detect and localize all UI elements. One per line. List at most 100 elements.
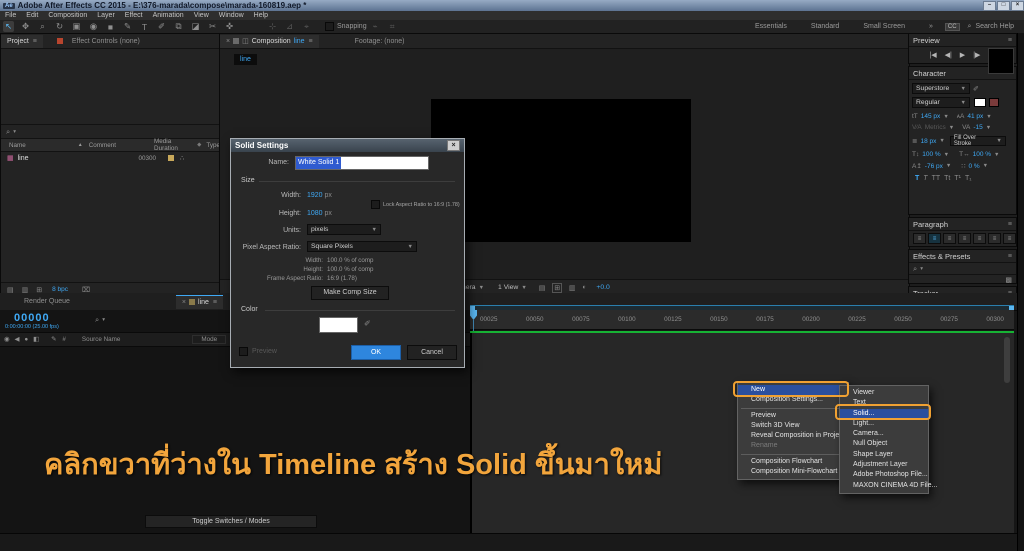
eye-icon[interactable]: ◉ <box>4 336 10 343</box>
snapping-checkbox[interactable] <box>325 22 334 31</box>
camera-tool-icon[interactable]: ▣ <box>71 21 82 32</box>
faux-italic-button[interactable]: T <box>923 175 927 182</box>
footage-item-name[interactable]: line <box>18 155 29 162</box>
world-axis-icon[interactable]: ⊿ <box>284 21 295 32</box>
justify-all-button[interactable]: ≡ <box>1003 233 1016 244</box>
comp-breadcrumb[interactable]: line <box>234 54 257 65</box>
horizontal-scale-value[interactable]: 100 % <box>973 151 991 158</box>
col-name[interactable]: Name <box>9 142 26 149</box>
snap-options-icon[interactable]: ⌁ <box>370 21 381 32</box>
character-eyedropper-icon[interactable]: ✐ <box>973 85 979 93</box>
lock-aspect-checkbox[interactable] <box>371 200 380 209</box>
lock-aspect-row[interactable]: Lock Aspect Ratio to 16:9 (1.78) <box>371 200 460 209</box>
solo-icon[interactable]: ● <box>24 336 28 343</box>
col-source-name[interactable]: Source Name <box>82 336 121 343</box>
selection-tool-icon[interactable]: ↖ <box>3 21 14 32</box>
grid-guides-icon[interactable]: ▤ <box>539 284 545 292</box>
tab-close-icon[interactable]: × <box>226 38 230 45</box>
units-select[interactable]: pixels ▼ <box>307 224 381 235</box>
font-size-value[interactable]: 145 px <box>921 113 941 120</box>
workspace-essentials[interactable]: Essentials <box>755 23 787 30</box>
maximize-button[interactable]: □ <box>997 1 1010 11</box>
zoom-tool-icon[interactable]: ⌕ <box>37 21 48 32</box>
view-axis-icon[interactable]: ⌖ <box>301 21 312 32</box>
col-media-duration[interactable]: Media Duration <box>154 138 189 152</box>
preview-panel-menu-icon[interactable]: ≡ <box>1008 37 1012 44</box>
submenu-shape-layer[interactable]: Shape Layer <box>840 450 928 460</box>
minimize-button[interactable]: – <box>983 1 996 11</box>
menu-view[interactable]: View <box>194 12 209 19</box>
dialog-title-bar[interactable]: Solid Settings × <box>231 139 464 152</box>
docked-panel-strip[interactable] <box>1017 33 1024 551</box>
project-panel-menu-icon[interactable]: ≡ <box>33 38 37 45</box>
local-axis-icon[interactable]: ⊹ <box>267 21 278 32</box>
submenu-photoshop-file[interactable]: Adobe Photoshop File... <box>840 470 928 480</box>
current-timecode[interactable]: 00000 <box>14 312 50 324</box>
context-menu-reveal-composition[interactable]: Reveal Composition in Project <box>738 431 848 441</box>
height-value[interactable]: 1080 <box>307 210 323 217</box>
tab-composition[interactable]: × ◫ Composition line ≡ <box>220 35 319 48</box>
small-caps-button[interactable]: Tt <box>944 175 950 182</box>
align-right-button[interactable]: ≡ <box>943 233 956 244</box>
tag-column-icon[interactable]: ◆ <box>197 142 201 148</box>
cancel-button[interactable]: Cancel <box>407 345 457 360</box>
label-color-swatch[interactable] <box>168 155 174 161</box>
comp-panel-menu-icon[interactable]: ≡ <box>309 38 313 45</box>
puppet-pin-tool-icon[interactable]: ✜ <box>224 21 235 32</box>
pen-tool-icon[interactable]: ✎ <box>122 21 133 32</box>
stroke-width-value[interactable]: 18 px <box>920 138 936 145</box>
align-center-button[interactable]: ≡ <box>928 233 941 244</box>
next-frame-button[interactable]: |▶ <box>973 51 980 59</box>
submenu-camera[interactable]: Camera... <box>840 429 928 439</box>
leading-value[interactable]: 41 px <box>967 113 983 120</box>
preview-checkbox[interactable] <box>239 347 248 356</box>
context-menu-composition-settings[interactable]: Composition Settings... <box>738 395 848 405</box>
justify-last-right-button[interactable]: ≡ <box>988 233 1001 244</box>
font-family-select[interactable]: Superstore ▼ <box>912 83 970 94</box>
close-button[interactable]: × <box>1011 1 1024 11</box>
menu-edit[interactable]: Edit <box>26 12 38 19</box>
vertical-scale-value[interactable]: 100 % <box>922 151 940 158</box>
timeline-vertical-scrollbar[interactable] <box>1004 337 1010 383</box>
tab-timeline-line[interactable]: × line ≡ <box>176 295 223 309</box>
effects-browse-icon[interactable]: ▩ <box>1005 276 1012 284</box>
time-ruler[interactable]: 00025 00050 00075 00100 00125 00150 0017… <box>470 310 1014 330</box>
submenu-solid[interactable]: Solid... <box>840 409 928 419</box>
channel-icon[interactable]: ◐ <box>582 284 586 291</box>
rotation-tool-icon[interactable]: ↻ <box>54 21 65 32</box>
col-type[interactable]: Type <box>206 142 220 149</box>
prev-frame-button[interactable]: ◀| <box>945 51 952 59</box>
subscript-button[interactable]: T₁ <box>965 175 972 182</box>
shape-tool-icon[interactable]: ■ <box>105 22 116 32</box>
col-comment[interactable]: Comment <box>89 142 116 149</box>
workspace-standard[interactable]: Standard <box>811 23 839 30</box>
justify-last-left-button[interactable]: ≡ <box>958 233 971 244</box>
menu-composition[interactable]: Composition <box>48 12 87 19</box>
view-layout-select[interactable]: 1 View <box>498 284 518 291</box>
first-frame-button[interactable]: |◀ <box>929 51 936 59</box>
toggle-switches-button[interactable]: Toggle Switches / Modes <box>145 515 317 528</box>
menu-help[interactable]: Help <box>254 12 268 19</box>
col-mode[interactable]: Mode <box>192 335 226 344</box>
eyedropper-icon[interactable]: ✐ <box>364 319 371 328</box>
region-of-interest-icon[interactable]: ⊞ <box>552 283 562 293</box>
align-left-button[interactable]: ≡ <box>913 233 926 244</box>
menu-layer[interactable]: Layer <box>97 12 115 19</box>
bit-depth-button[interactable]: 8 bpc <box>52 286 68 293</box>
submenu-null-object[interactable]: Null Object <box>840 439 928 449</box>
all-caps-button[interactable]: TT <box>932 175 941 182</box>
composition-view[interactable] <box>431 99 691 242</box>
timeline-panel-menu-icon[interactable]: ≡ <box>213 299 217 306</box>
menu-file[interactable]: File <box>5 12 16 19</box>
eraser-tool-icon[interactable]: ◪ <box>190 21 201 32</box>
font-style-select[interactable]: Regular ▼ <box>912 97 970 108</box>
tab-effect-controls[interactable]: Effect Controls (none) <box>66 35 146 48</box>
submenu-adjustment-layer[interactable]: Adjustment Layer <box>840 460 928 470</box>
snapshot-icon[interactable]: ▥ <box>569 284 575 292</box>
submenu-cinema4d-file[interactable]: MAXON CINEMA 4D File... <box>840 481 928 491</box>
brush-tool-icon[interactable]: ✐ <box>156 21 167 32</box>
hand-tool-icon[interactable]: ✥ <box>20 21 31 32</box>
search-help-input[interactable]: Search Help <box>975 23 1014 30</box>
tab-footage[interactable]: Footage: (none) <box>349 35 411 48</box>
submenu-light[interactable]: Light... <box>840 419 928 429</box>
